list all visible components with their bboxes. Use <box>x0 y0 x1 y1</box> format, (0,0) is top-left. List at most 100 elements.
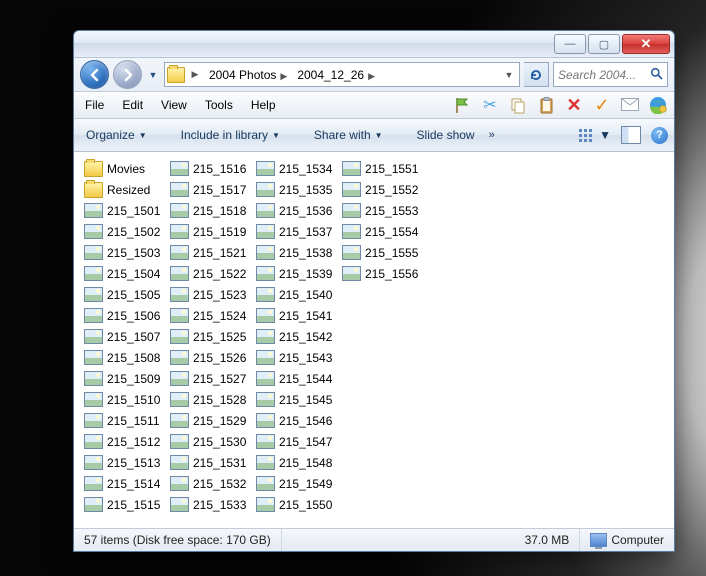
file-item[interactable]: 215_1555 <box>342 242 418 263</box>
cmd-include-in-library[interactable]: Include in library▼ <box>175 125 286 145</box>
file-item[interactable]: 215_1550 <box>256 494 332 515</box>
address-dropdown[interactable]: ▼ <box>501 70 517 80</box>
address-root-dropdown[interactable]: ▶ <box>187 69 203 80</box>
cmd-slideshow[interactable]: Slide show <box>411 125 481 145</box>
cmd-overflow[interactable]: » <box>483 126 499 144</box>
close-button[interactable]: ✕ <box>622 34 670 54</box>
file-item[interactable]: 215_1512 <box>84 431 160 452</box>
file-item[interactable]: 215_1534 <box>256 158 332 179</box>
file-item[interactable]: 215_1517 <box>170 179 246 200</box>
search-box[interactable]: Search 2004... <box>553 62 668 87</box>
file-item[interactable]: 215_1503 <box>84 242 160 263</box>
address-bar[interactable]: ▶ 2004 Photos▶ 2004_12_26▶ ▼ <box>164 62 520 87</box>
preview-pane-button[interactable] <box>621 126 641 144</box>
file-item[interactable]: 215_1536 <box>256 200 332 221</box>
view-mode-button[interactable]: ▼ <box>579 128 611 142</box>
file-item[interactable]: 215_1516 <box>170 158 246 179</box>
file-item[interactable]: 215_1507 <box>84 326 160 347</box>
image-icon <box>84 371 103 386</box>
file-item[interactable]: 215_1537 <box>256 221 332 242</box>
file-item[interactable]: 215_1528 <box>170 389 246 410</box>
file-item[interactable]: 215_1505 <box>84 284 160 305</box>
file-item[interactable]: 215_1539 <box>256 263 332 284</box>
search-placeholder: Search 2004... <box>558 68 646 82</box>
file-item[interactable]: 215_1538 <box>256 242 332 263</box>
minimize-button[interactable]: — <box>554 34 586 54</box>
file-item[interactable]: 215_1514 <box>84 473 160 494</box>
check-icon[interactable]: ✓ <box>592 95 612 115</box>
file-item[interactable]: 215_1531 <box>170 452 246 473</box>
file-item[interactable]: 215_1502 <box>84 221 160 242</box>
flag-icon[interactable] <box>452 95 472 115</box>
file-item[interactable]: 215_1501 <box>84 200 160 221</box>
folder-item[interactable]: Resized <box>84 179 160 200</box>
breadcrumb-1[interactable]: 2004_12_26▶ <box>293 68 379 82</box>
folder-icon <box>84 161 103 177</box>
file-item[interactable]: 215_1510 <box>84 389 160 410</box>
file-item[interactable]: 215_1513 <box>84 452 160 473</box>
file-item[interactable]: 215_1523 <box>170 284 246 305</box>
titlebar[interactable]: — ▢ ✕ <box>74 31 674 58</box>
file-item[interactable]: 215_1533 <box>170 494 246 515</box>
globe-icon[interactable] <box>648 95 668 115</box>
file-item[interactable]: 215_1548 <box>256 452 332 473</box>
file-item[interactable]: 215_1518 <box>170 200 246 221</box>
file-item[interactable]: 215_1546 <box>256 410 332 431</box>
folder-item[interactable]: Movies <box>84 158 160 179</box>
file-item[interactable]: 215_1508 <box>84 347 160 368</box>
file-item[interactable]: 215_1527 <box>170 368 246 389</box>
file-item[interactable]: 215_1521 <box>170 242 246 263</box>
menu-tools[interactable]: Tools <box>196 95 242 115</box>
menu-file[interactable]: File <box>76 95 113 115</box>
file-item[interactable]: 215_1509 <box>84 368 160 389</box>
breadcrumb-0[interactable]: 2004 Photos▶ <box>205 68 291 82</box>
file-item[interactable]: 215_1522 <box>170 263 246 284</box>
refresh-button[interactable] <box>524 62 549 87</box>
file-item[interactable]: 215_1540 <box>256 284 332 305</box>
file-list[interactable]: MoviesResized215_1501215_1502215_1503215… <box>74 152 674 528</box>
file-item[interactable]: 215_1519 <box>170 221 246 242</box>
maximize-button[interactable]: ▢ <box>588 34 620 54</box>
delete-icon[interactable]: ✕ <box>564 95 584 115</box>
cmd-organize[interactable]: Organize▼ <box>80 125 153 145</box>
menu-help[interactable]: Help <box>242 95 285 115</box>
file-item[interactable]: 215_1541 <box>256 305 332 326</box>
item-label: 215_1552 <box>365 183 418 197</box>
file-item[interactable]: 215_1544 <box>256 368 332 389</box>
file-item[interactable]: 215_1511 <box>84 410 160 431</box>
status-selection-size: 37.0 MB <box>515 529 581 551</box>
forward-button[interactable] <box>113 60 142 89</box>
file-item[interactable]: 215_1552 <box>342 179 418 200</box>
item-label: 215_1522 <box>193 267 246 281</box>
file-item[interactable]: 215_1543 <box>256 347 332 368</box>
scissors-icon[interactable]: ✂ <box>480 95 500 115</box>
file-item[interactable]: 215_1556 <box>342 263 418 284</box>
mail-icon[interactable] <box>620 95 640 115</box>
file-item[interactable]: 215_1551 <box>342 158 418 179</box>
file-item[interactable]: 215_1504 <box>84 263 160 284</box>
file-item[interactable]: 215_1545 <box>256 389 332 410</box>
file-item[interactable]: 215_1532 <box>170 473 246 494</box>
back-button[interactable] <box>80 60 109 89</box>
clipboard-icon[interactable] <box>536 95 556 115</box>
menu-edit[interactable]: Edit <box>113 95 152 115</box>
file-item[interactable]: 215_1530 <box>170 431 246 452</box>
help-button[interactable]: ? <box>651 127 668 144</box>
file-item[interactable]: 215_1549 <box>256 473 332 494</box>
file-item[interactable]: 215_1529 <box>170 410 246 431</box>
image-icon <box>256 413 275 428</box>
file-item[interactable]: 215_1525 <box>170 326 246 347</box>
file-item[interactable]: 215_1542 <box>256 326 332 347</box>
copy-icon[interactable] <box>508 95 528 115</box>
menu-view[interactable]: View <box>152 95 196 115</box>
file-item[interactable]: 215_1535 <box>256 179 332 200</box>
file-item[interactable]: 215_1547 <box>256 431 332 452</box>
file-item[interactable]: 215_1524 <box>170 305 246 326</box>
file-item[interactable]: 215_1526 <box>170 347 246 368</box>
file-item[interactable]: 215_1554 <box>342 221 418 242</box>
nav-history-dropdown[interactable]: ▼ <box>146 61 160 88</box>
cmd-share-with[interactable]: Share with▼ <box>308 125 389 145</box>
file-item[interactable]: 215_1515 <box>84 494 160 515</box>
file-item[interactable]: 215_1553 <box>342 200 418 221</box>
file-item[interactable]: 215_1506 <box>84 305 160 326</box>
